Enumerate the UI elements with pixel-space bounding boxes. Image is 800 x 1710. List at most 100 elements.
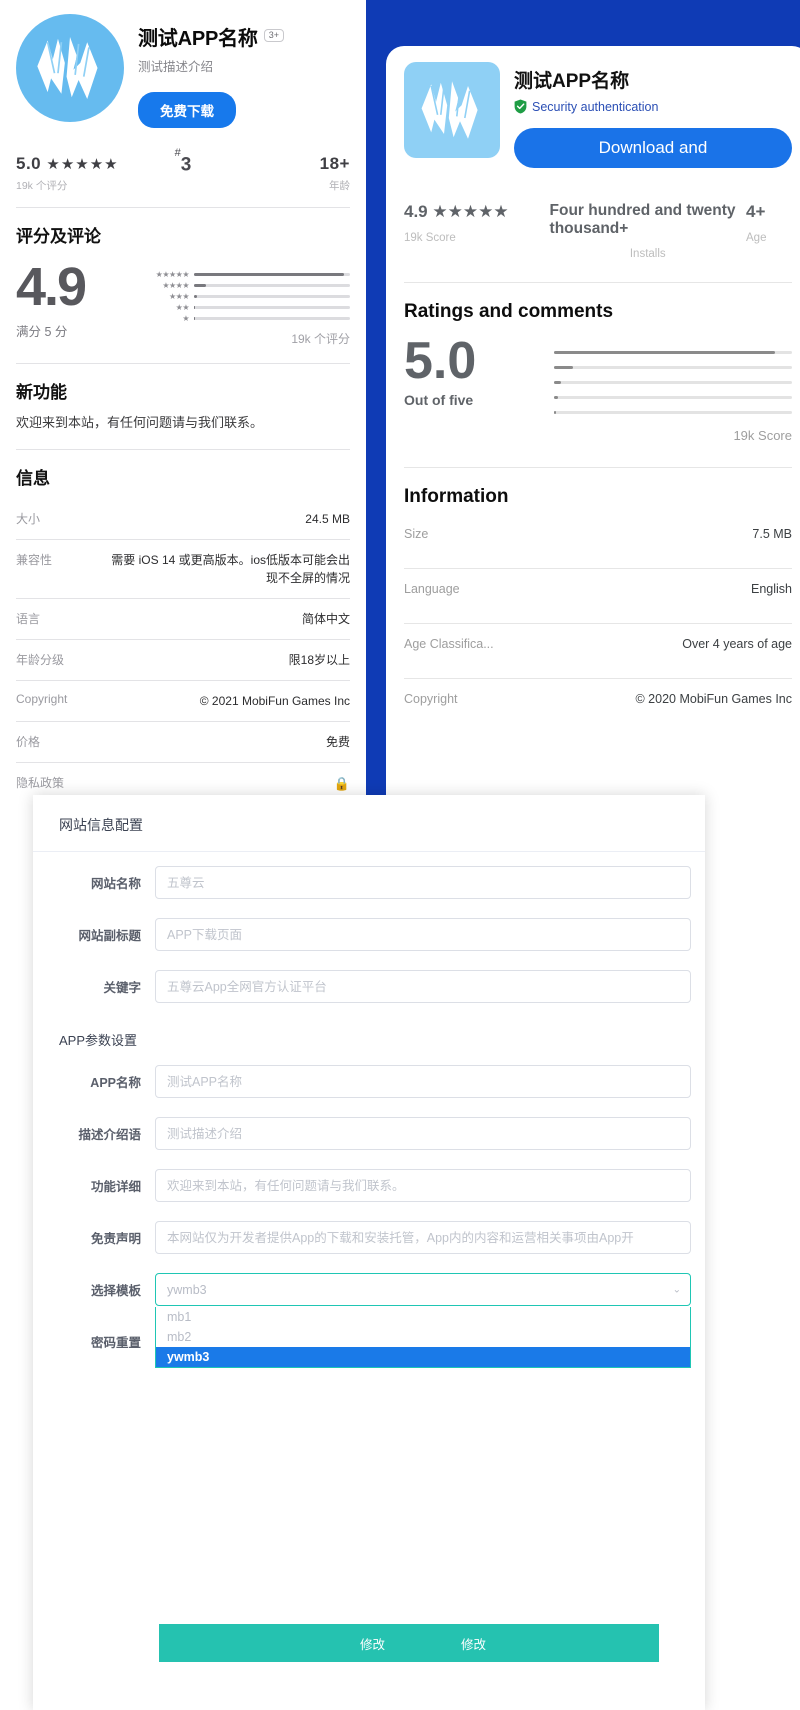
rating-bar-fill [194,284,206,287]
gp-ratings-title: Ratings and comments [404,283,792,329]
app-logo-glyph [27,25,113,111]
age-caption: Age [746,232,792,244]
info-key: 隐私政策 [16,774,108,791]
field-input[interactable] [155,1221,691,1254]
rating-bar-track [194,317,350,320]
app-icon [16,14,124,122]
form-field-row: 功能详细 [47,1169,691,1202]
template-option[interactable]: mb2 [156,1327,690,1347]
rating-bar-fill [194,273,344,276]
rating-bar-fill [554,411,556,414]
info-key: 价格 [16,733,108,750]
rating-bar-track [194,295,350,298]
stat-rank: #3 [127,154,238,176]
page-title: 测试APP名称 [138,22,258,51]
form-field-row: 网站副标题 [47,918,691,951]
field-input[interactable] [155,970,691,1003]
rating-bar-row: ★★★★ [146,280,350,291]
rating-bar-fill [554,396,558,399]
rating-value: 5.0 [16,154,41,173]
field-label: 描述介绍语 [47,1124,155,1143]
bars-caption: 19k Score [554,428,792,443]
page-edge-mask [659,1500,705,1710]
card-title: 网站信息配置 [33,795,705,852]
field-input[interactable] [155,1169,691,1202]
stat-age: 4+ Age [746,202,792,244]
app-logo-glyph [412,70,492,150]
template-select[interactable]: ywmb3 ⌄ mb1mb2ywmb3 [155,1273,691,1306]
rating-bar-track [554,366,792,369]
template-select-menu[interactable]: mb1mb2ywmb3 [155,1307,691,1368]
stat-rating: 4.9 ★★★★★ 19k Score [404,202,550,244]
rating-bar-row [554,375,792,390]
field-input[interactable] [155,918,691,951]
info-key: 语言 [16,610,108,627]
submit-button[interactable]: 修改 [360,1634,385,1653]
gp-rating-block: 5.0 Out of five 19k Score [404,329,792,453]
rating-stars: ★★★★★ [46,156,118,173]
field-label: APP名称 [47,1072,155,1091]
info-row: 年龄分级限18岁以上 [16,640,350,681]
score-value: 5.0 [404,337,554,386]
info-key: 大小 [16,510,108,527]
rating-bar-fill [194,295,197,298]
rating-bar-stars: ★ [146,315,194,323]
info-value: 需要 iOS 14 或更高版本。ios低版本可能会出现不全屏的情况 [108,551,350,587]
template-select-box[interactable]: ywmb3 ⌄ [155,1273,691,1306]
gp-info-title: Information [404,468,792,514]
rating-value: 4.9 [404,202,428,221]
rating-stars: ★★★★★ [432,202,508,221]
field-input[interactable] [155,1065,691,1098]
password-reset-label: 密码重置 [47,1332,155,1351]
rating-bar-row [554,405,792,420]
rating-caption: 19k Score [404,232,550,244]
ios-rating-block: 4.9 满分 5 分 ★★★★★★★★★★★★★★★ 19k 个评分 [16,257,350,363]
info-key: 兼容性 [16,551,108,568]
lock-icon: 🔒 [108,774,350,794]
form-field-row: 关键字 [47,970,691,1003]
free-download-button[interactable]: 免费下载 [138,92,236,128]
info-row: 价格免费 [16,722,350,763]
info-value: Over 4 years of age [682,637,792,651]
rating-bar-track [554,381,792,384]
template-option[interactable]: ywmb3 [156,1347,690,1367]
age-value: 18+ [239,154,350,174]
form-field-row: 描述介绍语 [47,1117,691,1150]
rating-bar-track [554,396,792,399]
gp-info-list: Size7.5 MBLanguageEnglishAge Classifica.… [404,514,792,719]
whatsnew-title: 新功能 [16,364,350,413]
rating-bar-stars: ★★★ [146,293,194,301]
download-button[interactable]: Download and [514,128,792,168]
rating-caption: 19k 个评分 [16,178,127,193]
ios-app-store-panel: 测试APP名称 3+ 测试描述介绍 免费下载 5.0 ★★★★★ 19k 个评分… [0,0,366,796]
site-config-card: 网站信息配置 网站名称网站副标题关键字 APP参数设置 APP名称描述介绍语功能… [33,795,705,1710]
field-input[interactable] [155,1117,691,1150]
info-row: Age Classifica...Over 4 years of age [404,624,792,679]
age-value: 4+ [746,202,792,222]
info-key: Size [404,527,752,541]
score-caption: Out of five [404,392,554,408]
field-label: 网站名称 [47,873,155,892]
field-input[interactable] [155,866,691,899]
rating-bar-track [554,351,792,354]
stat-rating: 5.0 ★★★★★ 19k 个评分 [16,154,127,193]
rank-value: 3 [181,154,192,175]
gp-page-title: 测试APP名称 [514,66,792,93]
info-row: Size7.5 MB [404,514,792,569]
app-fields-group: APP名称描述介绍语功能详细免责声明 [47,1065,691,1254]
site-fields-group: 网站名称网站副标题关键字 [47,866,691,1003]
age-caption: 年龄 [239,178,350,193]
field-label: 网站副标题 [47,925,155,944]
info-row: Copyright© 2021 MobiFun Games Inc [16,681,350,722]
form-field-row: APP名称 [47,1065,691,1098]
rank-prefix: # [175,147,181,159]
rating-bar-fill [194,317,195,320]
info-row: Copyright© 2020 MobiFun Games Inc [404,679,792,719]
rating-bar-track [554,411,792,414]
security-label: Security authentication [532,100,658,114]
secondary-button[interactable]: 修改 [461,1634,486,1653]
info-row: LanguageEnglish [404,569,792,624]
template-option[interactable]: mb1 [156,1307,690,1327]
form-field-row: 免责声明 [47,1221,691,1254]
group-title-app-params: APP参数设置 [47,1022,691,1065]
